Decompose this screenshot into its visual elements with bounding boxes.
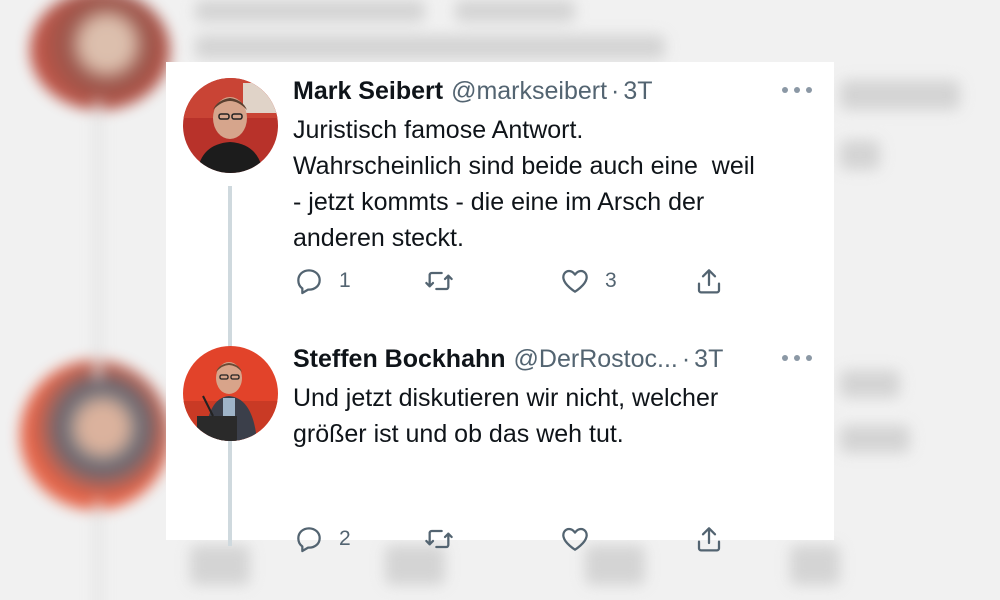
blurred-icon xyxy=(190,545,250,585)
tweet-text-line: größer ist und ob das weh tut. xyxy=(293,420,624,448)
more-options-icon[interactable] xyxy=(782,352,812,364)
reply-count: 1 xyxy=(339,269,351,292)
blurred-icon xyxy=(790,545,840,585)
blurred-text xyxy=(840,140,880,170)
author-handle[interactable]: @DerRostoc... xyxy=(514,344,678,374)
avatar[interactable] xyxy=(183,346,278,441)
retweet-button[interactable] xyxy=(423,264,469,298)
separator-dot: · xyxy=(611,77,620,105)
reply-count: 2 xyxy=(339,527,351,550)
blurred-avatar xyxy=(30,0,170,110)
tweet-thread-card: Mark Seibert @markseibert · 3T Juristisc… xyxy=(166,62,834,553)
like-button[interactable] xyxy=(559,522,605,556)
blurred-thread-line xyxy=(95,500,101,600)
retweet-button[interactable] xyxy=(423,522,469,556)
dot xyxy=(782,355,788,361)
avatar-photo xyxy=(183,346,278,441)
share-upload-icon xyxy=(697,269,721,294)
share-button[interactable] xyxy=(693,522,725,556)
tweet-text-line: - jetzt kommts - die eine im Arsch der xyxy=(293,188,705,216)
blurred-thread-line xyxy=(95,100,101,380)
tweet-text-line: Juristisch famose Antwort. xyxy=(293,116,584,144)
dot xyxy=(794,355,800,361)
blurred-text xyxy=(840,425,910,453)
timestamp[interactable]: 3T xyxy=(694,344,723,374)
tweet-text-line: Und jetzt diskutieren wir nicht, welcher xyxy=(293,384,719,412)
avatar-photo xyxy=(183,78,278,173)
retweet-arrows-icon xyxy=(425,529,453,549)
retweet-arrows-icon xyxy=(425,271,453,291)
tweet-text: Juristisch famose Antwort. Wahrscheinlic… xyxy=(293,112,813,256)
like-button[interactable]: 3 xyxy=(559,264,617,298)
blurred-text xyxy=(195,0,425,22)
author-handle[interactable]: @markseibert xyxy=(451,76,607,106)
blurred-text xyxy=(195,35,665,59)
dot xyxy=(806,355,812,361)
tweet-header: Mark Seibert @markseibert · 3T xyxy=(293,76,653,106)
dot xyxy=(806,87,812,93)
blurred-text xyxy=(840,80,960,110)
heart-outline-icon xyxy=(562,527,588,551)
avatar[interactable] xyxy=(183,78,278,173)
tweet-header: Steffen Bockhahn @DerRostoc... · 3T xyxy=(293,344,723,374)
speech-bubble-icon xyxy=(297,269,321,295)
tweet-text-line: Wahrscheinlich sind beide auch eine weil xyxy=(293,152,755,180)
heart-outline-icon xyxy=(562,269,588,293)
blurred-text xyxy=(840,370,900,398)
like-count: 3 xyxy=(605,269,617,292)
share-upload-icon xyxy=(697,527,721,552)
share-button[interactable] xyxy=(693,264,725,298)
reply-button[interactable]: 1 xyxy=(293,264,351,298)
timestamp[interactable]: 3T xyxy=(623,76,652,106)
author-name[interactable]: Mark Seibert xyxy=(293,76,443,106)
separator-dot: · xyxy=(681,345,691,373)
dot xyxy=(782,87,788,93)
tweet-text: Und jetzt diskutieren wir nicht, welcher… xyxy=(293,380,813,452)
tweet-actions: 1 3 xyxy=(293,264,763,298)
dot xyxy=(794,87,800,93)
speech-bubble-icon xyxy=(297,527,321,553)
blurred-avatar xyxy=(20,360,170,510)
tweet-actions: 2 xyxy=(293,522,763,556)
reply-button[interactable]: 2 xyxy=(293,522,351,556)
more-options-icon[interactable] xyxy=(782,84,812,96)
tweet-text-line: anderen steckt. xyxy=(293,224,464,252)
blurred-text xyxy=(455,0,575,22)
author-name[interactable]: Steffen Bockhahn xyxy=(293,344,506,374)
